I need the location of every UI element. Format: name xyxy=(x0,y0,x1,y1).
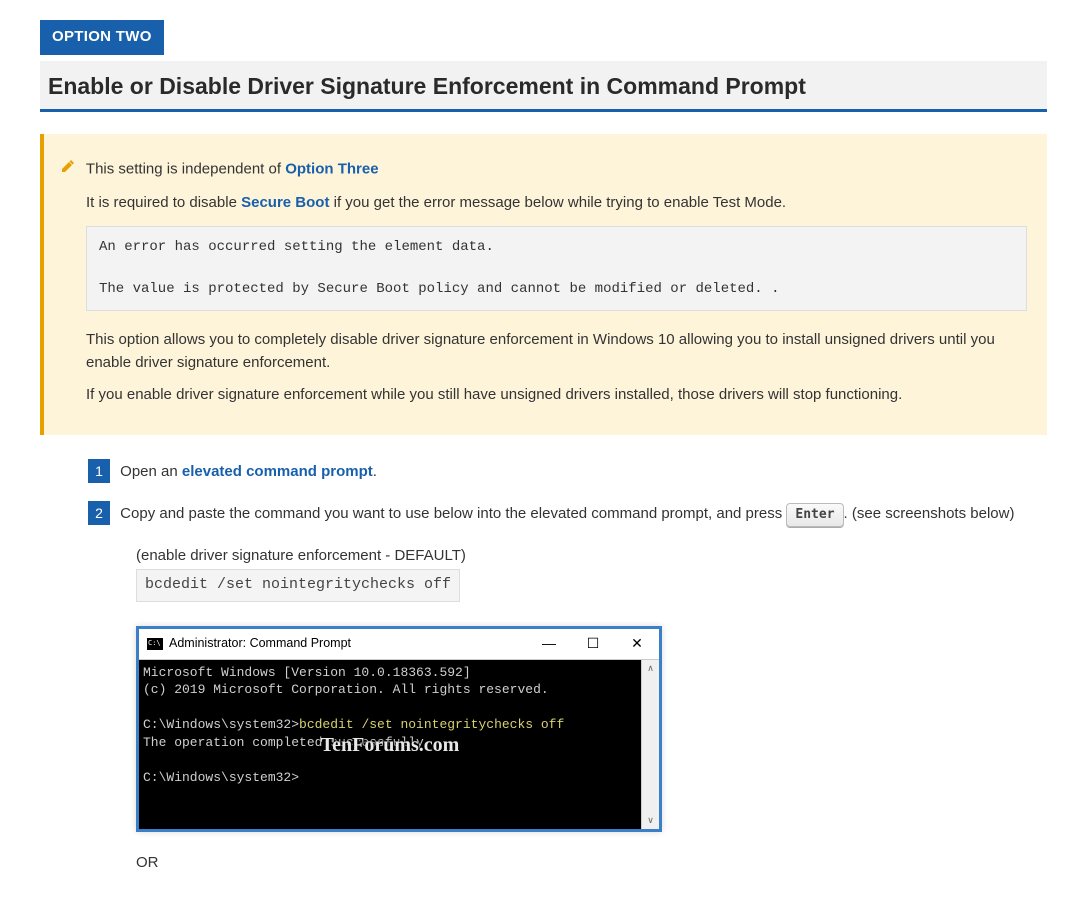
command-code: bcdedit /set nointegritychecks off xyxy=(136,569,460,602)
step-2: 2 Copy and paste the command you want to… xyxy=(88,501,1047,527)
section-heading: Enable or Disable Driver Signature Enfor… xyxy=(40,61,1047,113)
window-titlebar: Administrator: Command Prompt ― ☐ ✕ xyxy=(139,629,659,660)
secure-boot-link[interactable]: Secure Boot xyxy=(241,194,329,211)
step-1: 1 Open an elevated command prompt. xyxy=(88,459,1047,484)
command-label: (enable driver signature enforcement - D… xyxy=(136,545,1047,568)
step-text: . xyxy=(373,463,377,480)
step-text: Open an xyxy=(120,463,182,480)
terminal-output: Microsoft Windows [Version 10.0.18363.59… xyxy=(139,660,641,830)
step-number: 1 xyxy=(88,459,110,483)
option-three-link[interactable]: Option Three xyxy=(285,161,378,178)
elevated-cmd-link[interactable]: elevated command prompt xyxy=(182,463,373,480)
scroll-down-icon[interactable]: ∨ xyxy=(642,812,659,829)
note-box: This setting is independent of Option Th… xyxy=(40,134,1047,435)
step-text: . (see screenshots below) xyxy=(844,505,1015,522)
note-text: This option allows you to completely dis… xyxy=(86,329,1027,374)
cmd-icon xyxy=(147,638,163,650)
minimize-button[interactable]: ― xyxy=(527,629,571,659)
error-message-box: An error has occurred setting the elemen… xyxy=(86,226,1027,311)
window-title: Administrator: Command Prompt xyxy=(169,634,527,653)
scrollbar[interactable]: ∧ ∨ xyxy=(641,660,659,830)
edit-note-icon xyxy=(60,158,76,182)
note-text: if you get the error message below while… xyxy=(329,194,786,211)
scroll-up-icon[interactable]: ∧ xyxy=(642,660,659,677)
option-tag: OPTION TWO xyxy=(40,20,164,55)
note-text: If you enable driver signature enforceme… xyxy=(86,384,1027,407)
note-text: This setting is independent of xyxy=(86,161,285,178)
note-text: It is required to disable xyxy=(86,194,241,211)
step-text: Copy and paste the command you want to u… xyxy=(120,505,786,522)
steps-list: 1 Open an elevated command prompt. 2 Cop… xyxy=(88,459,1047,875)
or-separator: OR xyxy=(136,852,1047,875)
maximize-button[interactable]: ☐ xyxy=(571,629,615,659)
step-number: 2 xyxy=(88,501,110,525)
command-prompt-screenshot: Administrator: Command Prompt ― ☐ ✕ Micr… xyxy=(136,626,662,833)
close-button[interactable]: ✕ xyxy=(615,629,659,659)
command-block-1: (enable driver signature enforcement - D… xyxy=(136,545,1047,602)
enter-key: Enter xyxy=(786,503,843,527)
